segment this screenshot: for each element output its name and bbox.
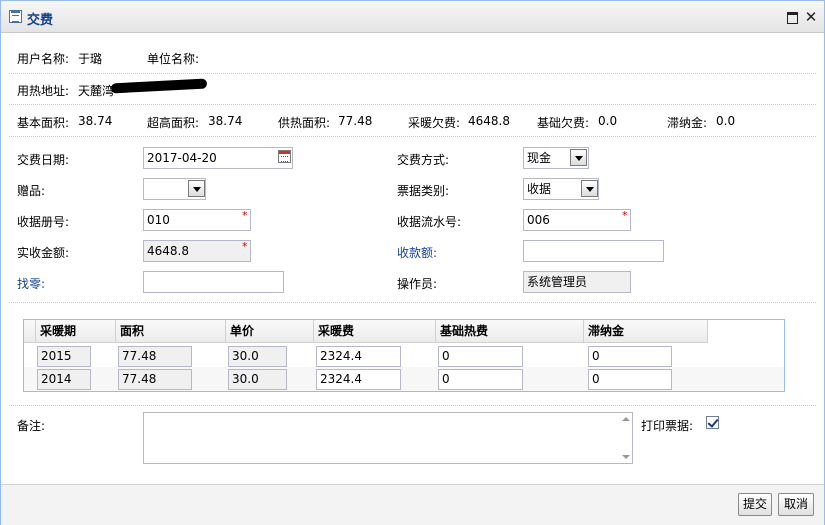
user-name-label: 用户名称: (17, 52, 70, 66)
separator (9, 405, 816, 406)
late-fee-value: 0.0 (716, 114, 736, 128)
grid-cell-heating-fee[interactable]: 2324.4 (316, 369, 401, 390)
actual-amount-label: 实收金额: (17, 246, 70, 260)
receipt-book-input[interactable]: 010 (143, 209, 251, 231)
receipt-serial-label: 收据流水号: (397, 215, 462, 229)
grid-cell-price: 30.0 (228, 346, 287, 367)
receipt-type-label: 票据类别: (397, 184, 450, 198)
gift-chevron-down-icon[interactable] (188, 180, 205, 197)
separator (9, 302, 816, 303)
unit-name-label: 单位名称: (147, 52, 200, 66)
operator-value: 系统管理员 (527, 275, 588, 289)
dialog-footer: 提交 取消 (1, 484, 824, 525)
separator (9, 73, 816, 74)
grid-cell-area: 77.48 (118, 346, 192, 367)
receipt-serial-input[interactable]: 006 (523, 209, 631, 231)
grid-row-number-header (24, 320, 36, 343)
receipt-book-value: 010 (147, 213, 170, 227)
required-mark: * (242, 209, 248, 222)
grid-cell-late-fee[interactable]: 0 (588, 369, 672, 390)
supply-area-label: 供热面积: (278, 116, 331, 130)
change-label: 找零: (17, 277, 46, 291)
user-name-value: 于璐 (78, 52, 103, 66)
table-row: 2015 77.48 30.0 2324.4 0 0 (24, 344, 784, 368)
grid-header-base-heat-fee: 基础热费 (436, 320, 584, 343)
scroll-down-icon[interactable] (622, 455, 630, 459)
separator (9, 104, 816, 105)
grid-cell-heating-fee[interactable]: 2324.4 (316, 346, 401, 367)
receipt-type-chevron-down-icon[interactable] (581, 180, 598, 197)
basic-area-value: 38.74 (78, 114, 113, 128)
grid-header-late-fee: 滞纳金 (584, 320, 708, 343)
high-area-label: 超高面积: (147, 116, 200, 130)
address-label: 用热地址: (17, 84, 70, 98)
maximize-icon[interactable] (785, 10, 799, 24)
basic-area-label: 基本面积: (17, 116, 70, 130)
pay-date-field[interactable]: 2017-04-20 (143, 147, 293, 169)
grid-header-period: 采暖期 (36, 320, 116, 343)
operator-label: 操作员: (397, 277, 438, 291)
grid-cell-area: 77.48 (118, 369, 192, 390)
pay-method-label: 交费方式: (397, 153, 450, 167)
change-input[interactable] (143, 271, 284, 293)
gift-label: 赠品: (17, 184, 46, 198)
late-fee-label: 滞纳金: (667, 116, 708, 130)
pay-method-chevron-down-icon[interactable] (570, 149, 587, 166)
close-icon[interactable]: ✕ (804, 10, 818, 25)
pay-date-label: 交费日期: (17, 153, 70, 167)
actual-amount-field: 4648.8 (143, 240, 251, 262)
scroll-up-icon[interactable] (622, 417, 630, 421)
receipt-type-value: 收据 (527, 182, 552, 196)
received-amount-input[interactable] (523, 240, 664, 262)
receipt-serial-value: 006 (527, 213, 550, 227)
separator (9, 136, 816, 137)
grid-cell-period: 2015 (37, 346, 91, 367)
actual-amount-value: 4648.8 (147, 244, 189, 258)
grid-cell-price: 30.0 (228, 369, 287, 390)
submit-button[interactable]: 提交 (738, 493, 772, 516)
window-form-icon (9, 10, 22, 23)
remarks-textarea[interactable] (143, 412, 633, 464)
supply-area-value: 77.48 (338, 114, 373, 128)
pay-date-value: 2017-04-20 (147, 151, 217, 165)
table-row: 2014 77.48 30.0 2324.4 0 0 (24, 367, 784, 391)
basic-arrears-value: 0.0 (598, 114, 618, 128)
cancel-button[interactable]: 取消 (778, 493, 814, 516)
grid-header-area: 面积 (116, 320, 226, 343)
redaction-mark (110, 78, 208, 94)
required-mark: * (242, 240, 248, 253)
grid-cell-base-heat-fee[interactable]: 0 (438, 346, 523, 367)
grid-cell-base-heat-fee[interactable]: 0 (438, 369, 523, 390)
payment-dialog: 交费 ✕ 用户名称: 于璐 单位名称: 用热地址: 天麓湾 基本面积: 38.7… (0, 0, 825, 525)
basic-arrears-label: 基础欠费: (537, 116, 590, 130)
address-value: 天麓湾 (78, 84, 115, 98)
grid-cell-period: 2014 (37, 369, 91, 390)
dialog-titlebar[interactable]: 交费 ✕ (1, 1, 824, 33)
grid-header-heating-fee: 采暖费 (314, 320, 436, 343)
pay-method-value: 现金 (527, 151, 552, 165)
print-receipt-label: 打印票据: (641, 419, 694, 433)
print-receipt-checkbox[interactable] (706, 416, 719, 429)
heating-arrears-label: 采暖欠费: (408, 116, 461, 130)
received-amount-label: 收款额: (397, 246, 438, 260)
heating-fee-grid: 采暖期 面积 单价 采暖费 基础热费 滞纳金 2015 77.48 30.0 2… (23, 319, 785, 392)
operator-field: 系统管理员 (523, 271, 631, 293)
high-area-value: 38.74 (208, 114, 243, 128)
required-mark: * (622, 209, 628, 222)
calendar-icon[interactable] (278, 150, 291, 163)
grid-cell-late-fee[interactable]: 0 (588, 346, 672, 367)
grid-header-price: 单价 (226, 320, 314, 343)
dialog-title: 交费 (27, 13, 54, 28)
receipt-book-label: 收据册号: (17, 215, 70, 229)
remarks-label: 备注: (17, 419, 46, 433)
heating-arrears-value: 4648.8 (468, 114, 510, 128)
